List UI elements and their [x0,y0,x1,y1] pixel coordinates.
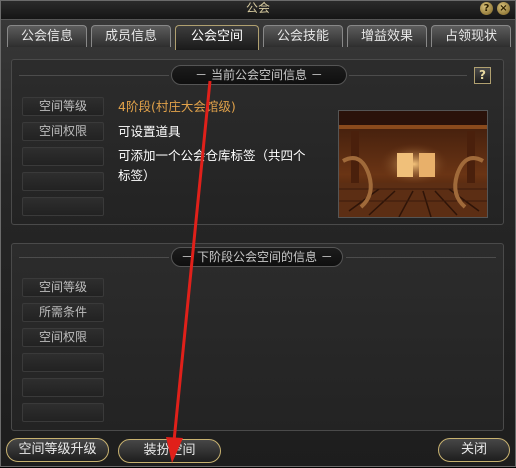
question-icon[interactable]: ? [474,67,491,84]
current-space-header: － 当前公会空间信息 － [171,65,347,85]
title-bar[interactable]: 公会 ? × [1,1,515,20]
header-divider-left [19,75,169,76]
window-title: 公会 [245,1,270,15]
label-space-level: 空间等级 [22,97,104,116]
header-divider-right [346,257,496,258]
space-level-value: 4阶段(村庄大会馆级) [118,99,236,114]
tab-guild-skills[interactable]: 公会技能 [263,25,343,47]
tab-guild-space[interactable]: 公会空间 [175,25,259,50]
label-space-level: 空间等级 [22,278,104,297]
header-divider-left [19,257,169,258]
label-space-permission: 空间权限 [22,328,104,347]
tab-guild-info[interactable]: 公会信息 [7,25,87,47]
label-empty [22,172,104,191]
guild-hall-preview-image [338,110,488,218]
tab-occupation-status[interactable]: 占领现状 [431,25,511,47]
space-level-upgrade-button[interactable]: 空间等级升级 [6,438,109,462]
permission-line: 标签） [118,168,156,183]
close-button[interactable]: 关闭 [438,438,510,462]
label-empty [22,353,104,372]
label-empty [22,403,104,422]
label-empty [22,378,104,397]
help-icon[interactable]: ? [480,2,493,15]
close-icon[interactable]: × [497,2,510,15]
label-empty [22,197,104,216]
tab-buff-effects[interactable]: 增益效果 [347,25,427,47]
permission-line: 可设置道具 [118,124,181,139]
header-divider-right [349,75,467,76]
next-space-header: － 下阶段公会空间的信息 － [171,247,343,267]
permission-line: 可添加一个公会仓库标签（共四个 [118,148,306,163]
label-requirements: 所需条件 [22,303,104,322]
tab-member-info[interactable]: 成员信息 [91,25,171,47]
tab-bar: 公会信息 成员信息 公会空间 公会技能 增益效果 占领现状 [7,25,511,50]
label-space-permission: 空间权限 [22,122,104,141]
guild-window: 公会 ? × 公会信息 成员信息 公会空间 公会技能 增益效果 占领现状 － 当… [0,0,516,467]
decorate-space-button[interactable]: 装扮空间 [118,439,221,463]
label-empty [22,147,104,166]
